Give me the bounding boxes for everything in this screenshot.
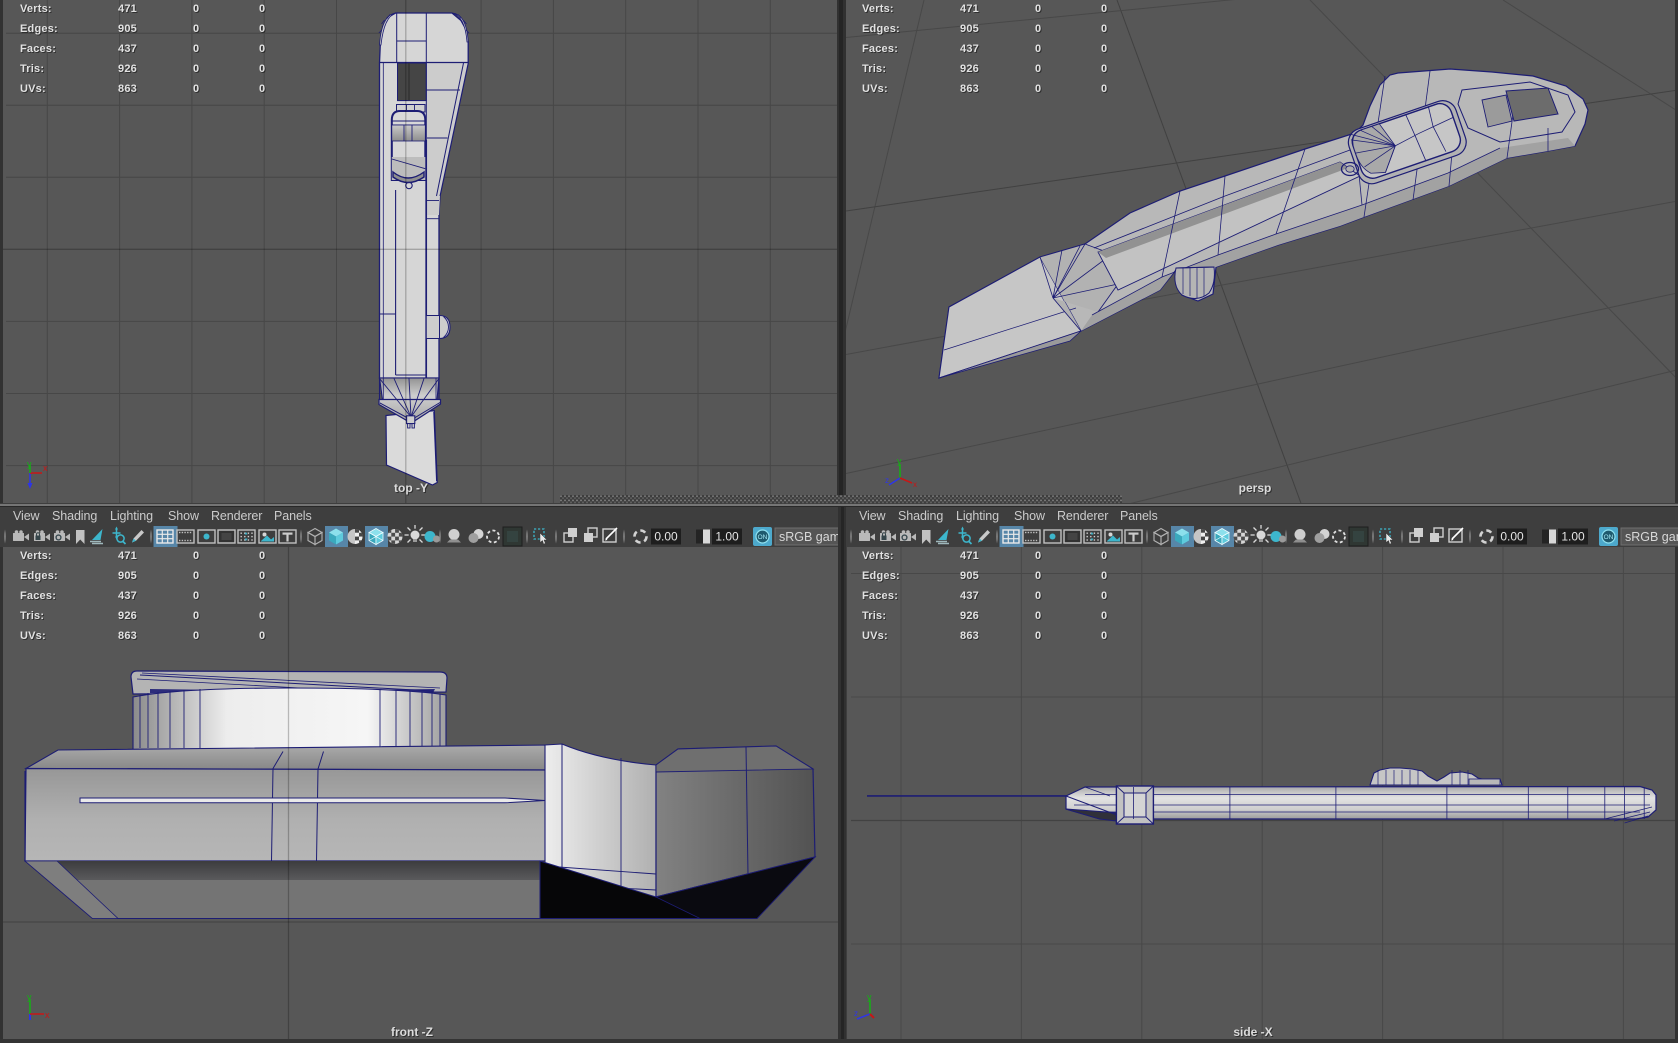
svg-text:y: y (27, 459, 32, 469)
svg-text:y: y (897, 456, 902, 466)
svg-text:x: x (45, 1010, 50, 1020)
svg-text:sRGB gamm: sRGB gamm (1625, 530, 1678, 544)
svg-text:0.00: 0.00 (1500, 530, 1524, 544)
svg-text:x: x (43, 463, 48, 473)
svg-text:1.00: 1.00 (1561, 530, 1585, 544)
svg-text:0.00: 0.00 (654, 530, 678, 544)
svg-text:y: y (27, 994, 32, 1002)
svg-text:y: y (867, 994, 872, 1002)
svg-text:z: z (885, 476, 889, 485)
svg-text:ON: ON (1604, 534, 1614, 541)
svg-text:ON: ON (758, 534, 768, 541)
svg-text:1.00: 1.00 (715, 530, 739, 544)
svg-text:z: z (854, 1009, 858, 1018)
svg-text:x: x (913, 480, 917, 489)
svg-text:sRGB gamm: sRGB gamm (779, 530, 841, 544)
